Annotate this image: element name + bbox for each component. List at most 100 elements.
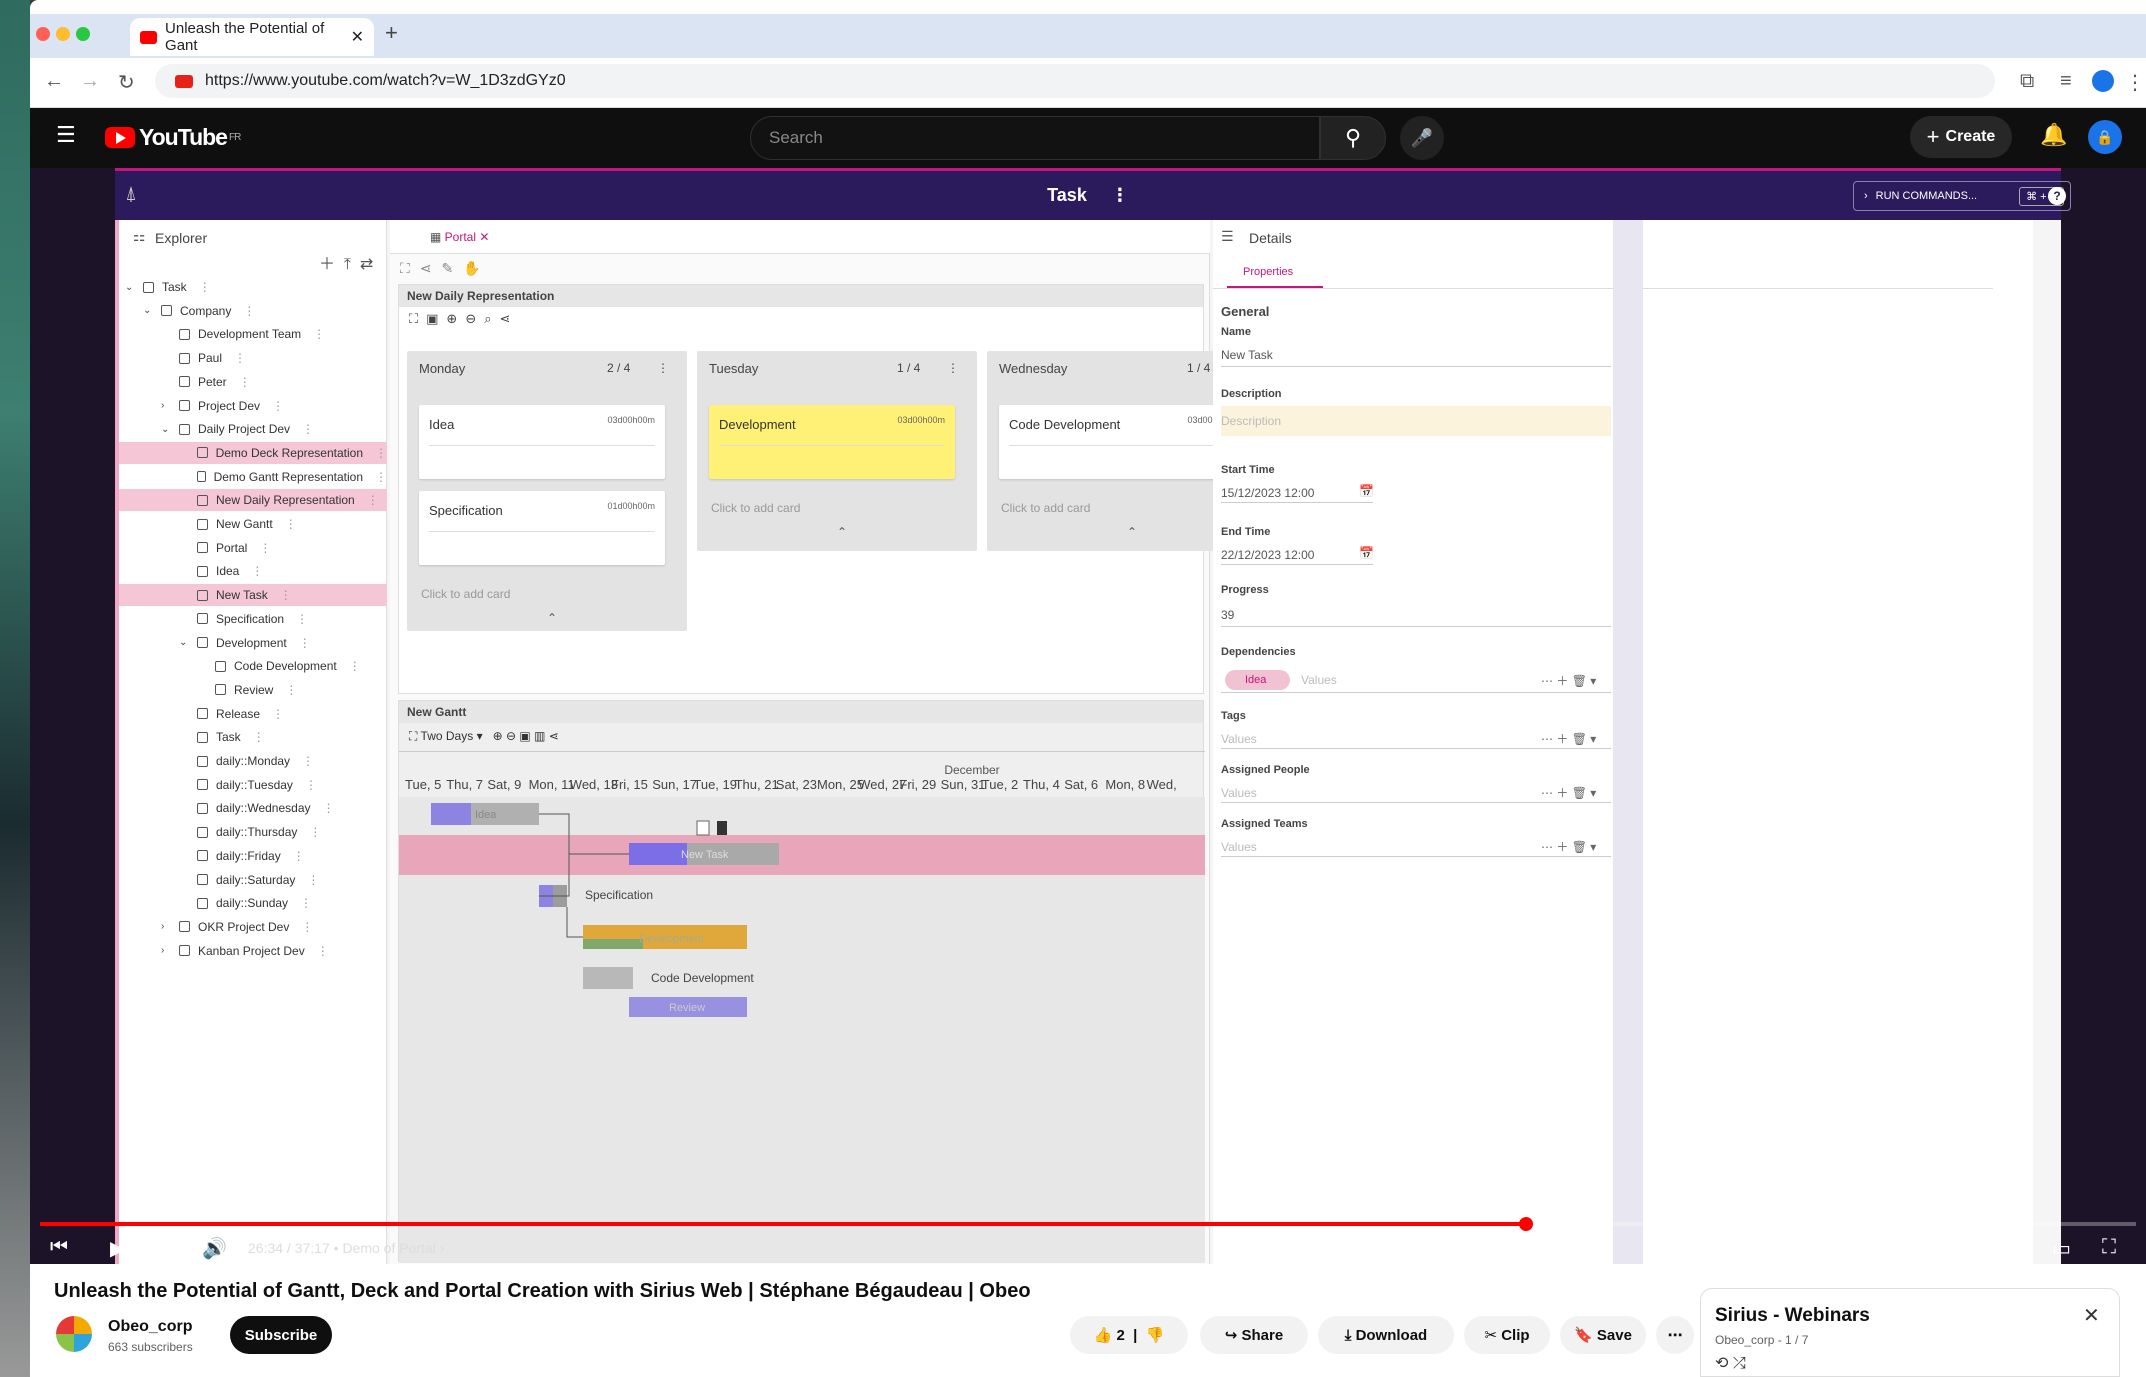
gantt-zoom-select[interactable]: Two Days: [421, 729, 474, 743]
tree-item[interactable]: New Gantt ⋮: [119, 513, 387, 535]
start-time-field[interactable]: 15/12/2023 12:00: [1221, 486, 1314, 500]
task-card[interactable]: Specification 01d00h00m: [419, 491, 665, 565]
tree-item[interactable]: daily::Monday ⋮: [119, 750, 387, 772]
create-button[interactable]: + Create: [1910, 116, 2012, 158]
back-icon[interactable]: ←: [44, 70, 64, 93]
trash-icon[interactable]: 🗑: [1572, 786, 1587, 800]
subscribe-button[interactable]: Subscribe: [230, 1316, 332, 1354]
tree-item-menu-icon[interactable]: ⋮: [317, 944, 329, 958]
task-card[interactable]: Idea 03d00h00m: [419, 405, 665, 479]
chapter-label[interactable]: Demo of Portal: [342, 1240, 435, 1256]
channel-avatar[interactable]: [56, 1316, 92, 1352]
tree-item[interactable]: ⌄ Company ⋮: [119, 300, 387, 322]
loop-icon[interactable]: ⟲ ⤮: [1715, 1353, 1746, 1373]
theater-mode-icon[interactable]: ▭: [2052, 1236, 2071, 1261]
add-icon[interactable]: ＋: [1556, 786, 1568, 800]
tree-item-menu-icon[interactable]: ⋮: [299, 636, 311, 650]
task-card[interactable]: Code Development 03d00h00m: [999, 405, 1245, 479]
calendar-icon[interactable]: 📅: [1359, 546, 1374, 560]
youtube-logo[interactable]: YouTube FR: [105, 124, 241, 151]
tree-item-menu-icon[interactable]: ⋮: [280, 588, 292, 602]
tree-item-menu-icon[interactable]: ⋮: [239, 375, 251, 389]
end-time-field[interactable]: 22/12/2023 12:00: [1221, 548, 1314, 562]
expand-chevron-icon[interactable]: ⌄: [161, 424, 169, 435]
tree-item[interactable]: Release ⋮: [119, 703, 387, 725]
captions-icon[interactable]: CC: [1896, 1240, 1927, 1260]
tree-item[interactable]: Demo Deck Representation ⋮: [119, 441, 387, 464]
add-card-link[interactable]: Click to add card: [421, 587, 510, 601]
next-icon[interactable]: ⏭: [152, 1236, 170, 1259]
gantt-image-icon[interactable]: ▣: [519, 729, 530, 743]
assigned-people-placeholder[interactable]: Values: [1221, 786, 1257, 800]
chevron-down-icon[interactable]: ▾: [477, 729, 483, 743]
gantt-zoom-out-icon[interactable]: ⊖: [506, 729, 516, 743]
tree-item-menu-icon[interactable]: ⋮: [302, 422, 314, 436]
tree-item[interactable]: Task ⋮: [119, 726, 387, 748]
tree-item[interactable]: daily::Saturday ⋮: [119, 869, 387, 891]
app-title-menu-icon[interactable]: ⋮: [1111, 185, 1129, 205]
collapse-chevron-icon[interactable]: ›: [161, 400, 164, 411]
tree-item-menu-icon[interactable]: ⋮: [293, 849, 305, 863]
edit-icon[interactable]: ✎: [442, 260, 464, 276]
add-card-link[interactable]: Click to add card: [711, 501, 800, 515]
tree-item[interactable]: Demo Gantt Representation ⋮: [119, 466, 387, 488]
share-button[interactable]: ↪ Share: [1200, 1316, 1308, 1354]
column-menu-icon[interactable]: ⋮: [657, 361, 669, 375]
tree-item-menu-icon[interactable]: ⋮: [272, 707, 284, 721]
tree-item-menu-icon[interactable]: ⋮: [305, 778, 317, 792]
tree-item[interactable]: Development Team ⋮: [119, 323, 387, 345]
portal-tab[interactable]: ▦ Portal ✕: [430, 230, 489, 244]
gantt-fullscreen-icon[interactable]: ⛶: [409, 729, 417, 743]
assigned-teams-placeholder[interactable]: Values: [1221, 840, 1257, 854]
tree-item-menu-icon[interactable]: ⋮: [285, 517, 297, 531]
add-icon[interactable]: ＋: [1556, 840, 1568, 854]
tree-item-menu-icon[interactable]: ⋮: [251, 564, 263, 578]
tree-item[interactable]: daily::Tuesday ⋮: [119, 774, 387, 796]
column-menu-icon[interactable]: ⋮: [947, 361, 959, 375]
tree-item-menu-icon[interactable]: ⋮: [234, 351, 246, 365]
profile-icon[interactable]: [2092, 70, 2114, 92]
more-icon[interactable]: ⋯: [1541, 786, 1553, 800]
expand-chevron-icon[interactable]: ⌄: [179, 637, 187, 648]
tree-item[interactable]: daily::Sunday ⋮: [119, 892, 387, 914]
tree-item-menu-icon[interactable]: ⋮: [323, 801, 335, 815]
new-tab-button[interactable]: +: [385, 20, 398, 46]
forward-icon[interactable]: →: [80, 70, 100, 93]
fullscreen-icon[interactable]: ⛶: [2102, 1236, 2116, 1259]
sync-icon[interactable]: ⇄: [360, 256, 373, 273]
share-icon[interactable]: ⋖: [420, 260, 442, 276]
tree-item[interactable]: › Kanban Project Dev ⋮: [119, 940, 387, 962]
tree-item-menu-icon[interactable]: ⋮: [296, 612, 308, 626]
tree-item-menu-icon[interactable]: ⋮: [285, 683, 297, 697]
like-button[interactable]: 👍 2: [1094, 1326, 1125, 1344]
chevron-down-icon[interactable]: ▾: [1590, 674, 1596, 688]
collapse-chevron-icon[interactable]: ›: [161, 945, 164, 956]
progress-handle[interactable]: [1519, 1217, 1534, 1231]
hamburger-menu-icon[interactable]: ☰: [56, 122, 76, 148]
progress-field[interactable]: 39: [1221, 608, 1234, 622]
tree-item[interactable]: › Project Dev ⋮: [119, 395, 387, 417]
clip-button[interactable]: ✂ Clip: [1464, 1316, 1550, 1354]
extensions-icon[interactable]: ⧉: [2020, 70, 2034, 93]
tree-item[interactable]: New Daily Representation ⋮: [119, 489, 387, 512]
tree-item-menu-icon[interactable]: ⋮: [199, 280, 211, 294]
help-icon[interactable]: ?: [2048, 187, 2066, 205]
tree-item-menu-icon[interactable]: ⋮: [253, 730, 265, 744]
collapse-column-icon[interactable]: ⌃: [837, 525, 847, 539]
play-icon[interactable]: ▶: [110, 1236, 125, 1261]
trash-icon[interactable]: 🗑: [1572, 840, 1587, 854]
tree-item-menu-icon[interactable]: ⋮: [259, 541, 271, 555]
menu-dots-icon[interactable]: ⋮: [2125, 70, 2145, 95]
gantt-zoom-in-icon[interactable]: ⊕: [493, 729, 503, 743]
tree-item[interactable]: Peter ⋮: [119, 371, 387, 393]
more-icon[interactable]: ⋯: [1541, 674, 1553, 688]
chevron-down-icon[interactable]: ▾: [1590, 786, 1596, 800]
tree-item[interactable]: Paul ⋮: [119, 347, 387, 369]
close-playlist-icon[interactable]: ✕: [2083, 1303, 2100, 1328]
properties-tab[interactable]: Properties: [1243, 266, 1293, 278]
tree-item-menu-icon[interactable]: ⋮: [243, 304, 255, 318]
maximize-window-button[interactable]: [76, 27, 90, 41]
previous-icon[interactable]: ⏮: [50, 1236, 68, 1259]
download-button[interactable]: ⤓ Download: [1318, 1316, 1454, 1354]
tree-item-menu-icon[interactable]: ⋮: [349, 659, 361, 673]
